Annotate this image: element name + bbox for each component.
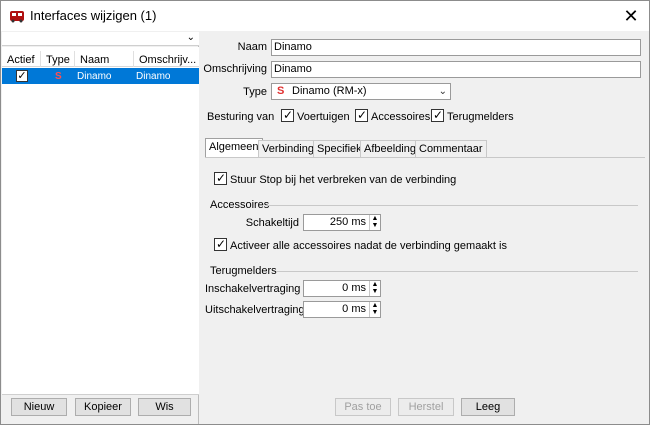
- spinner-arrows-icon[interactable]: ▲ ▼: [369, 281, 380, 296]
- on-delay-stepper[interactable]: 0 ms ▲ ▼: [303, 280, 381, 297]
- row-active-checkbox[interactable]: ✓: [16, 70, 28, 82]
- row-type-icon: S: [55, 71, 62, 82]
- filter-bar[interactable]: ⌄: [2, 32, 199, 46]
- chevron-down-icon: ⌄: [438, 86, 447, 97]
- table-row[interactable]: ✓ S Dinamo Dinamo: [2, 68, 199, 84]
- chevron-down-icon[interactable]: ⌄: [187, 32, 195, 43]
- title-bar: Interfaces wijzigen (1) ✕: [1, 1, 649, 31]
- vehicles-checkbox[interactable]: [281, 108, 294, 122]
- list-buttons: Nieuw Kopieer Wis: [2, 398, 199, 422]
- interface-list-panel: ⌄ Actief Type Naam Omschrijv... ✓ S Dina…: [2, 32, 199, 424]
- off-delay-value: 0 ms: [342, 303, 366, 315]
- name-field[interactable]: Dinamo: [271, 39, 641, 56]
- accessories-checkbox[interactable]: [355, 108, 368, 122]
- apply-button[interactable]: Pas toe: [335, 398, 391, 416]
- feedback-group-title: Terugmelders: [210, 265, 277, 277]
- type-select[interactable]: S Dinamo (RM-x) ⌄: [271, 83, 451, 100]
- tab-general[interactable]: Algemeen: [205, 138, 263, 157]
- spinner-arrows-icon[interactable]: ▲ ▼: [369, 215, 380, 230]
- tab-connection[interactable]: Verbinding: [258, 140, 318, 157]
- description-label: Omschrijving: [203, 63, 267, 75]
- row-name: Dinamo: [77, 71, 112, 82]
- column-header-name[interactable]: Naam: [80, 54, 109, 66]
- stop-on-disconnect-label: Stuur Stop bij het verbreken van de verb…: [230, 174, 457, 186]
- on-delay-label: Inschakelvertraging: [205, 283, 301, 295]
- tab-specific[interactable]: Specifiek: [313, 140, 366, 157]
- close-icon[interactable]: ✕: [619, 4, 643, 28]
- empty-button[interactable]: Leeg: [461, 398, 515, 416]
- on-delay-value: 0 ms: [342, 282, 366, 294]
- tab-comment[interactable]: Commentaar: [415, 140, 487, 157]
- switch-time-value: 250 ms: [329, 216, 366, 228]
- divider: [276, 271, 638, 272]
- app-icon: [10, 11, 24, 23]
- vehicles-label: Voertuigen: [297, 111, 350, 123]
- feedback-checkbox[interactable]: [431, 108, 444, 122]
- window-title: Interfaces wijzigen (1): [30, 8, 157, 23]
- off-delay-label: Uitschakelvertraging: [205, 304, 305, 316]
- accessories-group-title: Accessoires: [210, 199, 270, 211]
- activate-all-checkbox[interactable]: [214, 237, 227, 251]
- activate-all-label: Activeer alle accessoires nadat de verbi…: [230, 240, 507, 252]
- stop-on-disconnect-checkbox[interactable]: [214, 171, 227, 185]
- off-delay-stepper[interactable]: 0 ms ▲ ▼: [303, 301, 381, 318]
- new-button[interactable]: Nieuw: [11, 398, 67, 416]
- grid-header: Actief Type Naam Omschrijv...: [2, 49, 199, 67]
- dialog-window: Interfaces wijzigen (1) ✕ ⌄ Actief Type …: [0, 0, 650, 425]
- control-label: Besturing van: [207, 111, 275, 123]
- feedback-label: Terugmelders: [447, 111, 514, 123]
- column-header-active[interactable]: Actief: [7, 54, 35, 66]
- switch-time-label: Schakeltijd: [245, 217, 299, 229]
- column-header-description[interactable]: Omschrijv...: [139, 54, 196, 66]
- name-label: Naam: [237, 41, 267, 53]
- type-label: Type: [243, 86, 267, 98]
- restore-button[interactable]: Herstel: [398, 398, 454, 416]
- type-s-icon: S: [277, 85, 285, 97]
- type-value: Dinamo (RM-x): [292, 85, 367, 97]
- description-field[interactable]: Dinamo: [271, 61, 641, 78]
- interface-details-panel: Naam Dinamo Omschrijving Dinamo Type S D…: [201, 32, 649, 424]
- general-tab-content: Stuur Stop bij het verbreken van de verb…: [205, 157, 645, 387]
- column-header-type[interactable]: Type: [46, 54, 70, 66]
- copy-button[interactable]: Kopieer: [75, 398, 131, 416]
- action-buttons: Pas toe Herstel Leeg: [201, 398, 649, 422]
- divider: [266, 205, 638, 206]
- spinner-arrows-icon[interactable]: ▲ ▼: [369, 302, 380, 317]
- delete-button[interactable]: Wis: [138, 398, 191, 416]
- row-description: Dinamo: [136, 71, 171, 82]
- tab-image[interactable]: Afbeelding: [360, 140, 420, 157]
- interface-grid[interactable]: Actief Type Naam Omschrijv... ✓ S Dinamo…: [2, 47, 199, 395]
- switch-time-stepper[interactable]: 250 ms ▲ ▼: [303, 214, 381, 231]
- accessories-label: Accessoires: [371, 111, 431, 123]
